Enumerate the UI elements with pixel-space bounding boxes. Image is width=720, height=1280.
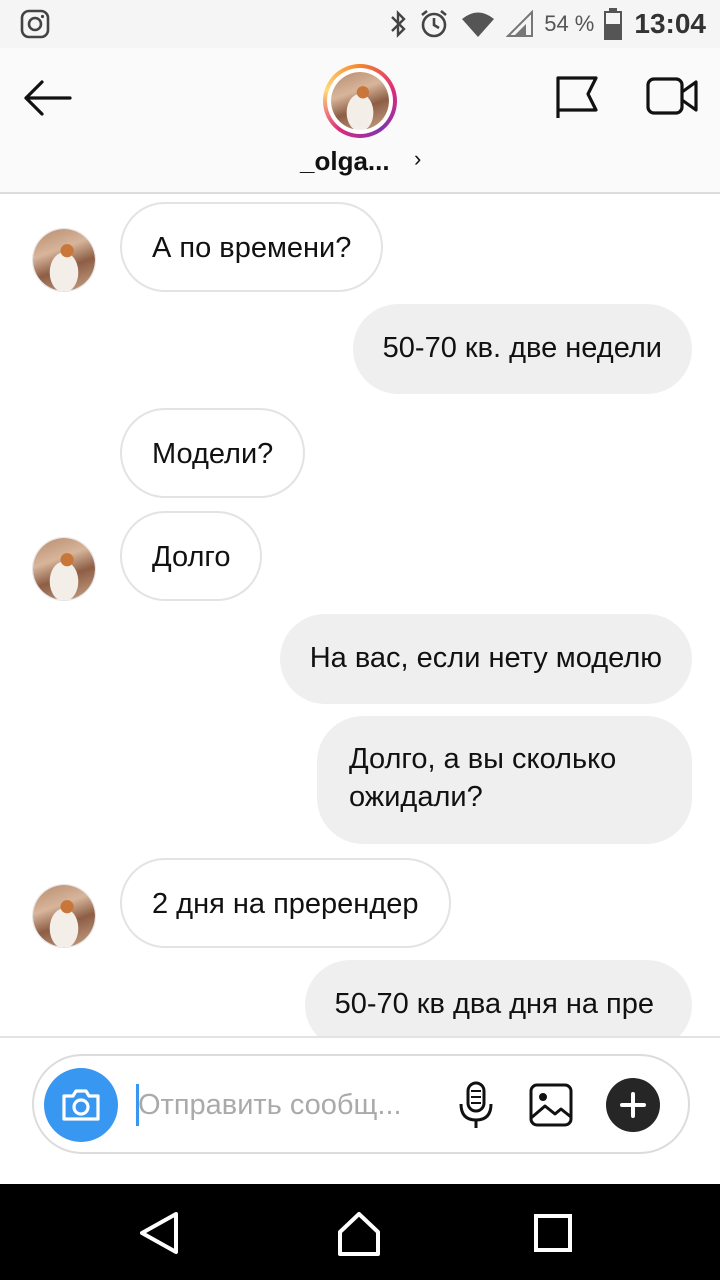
message-bubble-incoming[interactable]: Долго bbox=[120, 511, 263, 601]
alarm-icon bbox=[421, 9, 448, 38]
battery-icon bbox=[604, 8, 623, 40]
sender-avatar[interactable] bbox=[32, 884, 96, 948]
gallery-icon[interactable] bbox=[528, 1082, 574, 1128]
status-bar: 54 % 13:04 bbox=[0, 0, 720, 48]
plus-button[interactable] bbox=[606, 1078, 660, 1132]
message-bubble-outgoing[interactable]: Долго, а вы сколько ожидали? bbox=[317, 716, 692, 844]
chat-username[interactable]: _olga... bbox=[300, 146, 390, 177]
nav-home-icon[interactable] bbox=[332, 1206, 386, 1260]
nav-back-icon[interactable] bbox=[132, 1206, 186, 1260]
plus-icon bbox=[620, 1092, 646, 1118]
nav-recents-icon[interactable] bbox=[526, 1206, 580, 1260]
camera-icon bbox=[62, 1089, 100, 1121]
message-bubble-outgoing[interactable]: 50-70 кв. две недели bbox=[352, 304, 692, 394]
signal-icon bbox=[506, 10, 534, 37]
battery-percent: 54 % bbox=[544, 11, 595, 36]
chat-header: _olga... › bbox=[0, 48, 720, 194]
back-arrow-icon[interactable] bbox=[20, 76, 74, 120]
video-call-icon[interactable] bbox=[646, 76, 698, 116]
microphone-icon[interactable] bbox=[456, 1080, 496, 1130]
clock: 13:04 bbox=[634, 8, 706, 39]
system-nav-bar bbox=[0, 1184, 720, 1280]
sender-avatar[interactable] bbox=[32, 228, 96, 292]
message-composer bbox=[32, 1054, 690, 1154]
message-bubble-incoming[interactable]: 2 дня на пререндер bbox=[120, 858, 451, 948]
profile-avatar[interactable] bbox=[323, 64, 397, 138]
bluetooth-icon bbox=[391, 10, 406, 38]
sender-avatar[interactable] bbox=[32, 537, 96, 601]
message-input[interactable] bbox=[138, 1082, 428, 1128]
wifi-icon bbox=[462, 12, 495, 37]
chevron-right-icon[interactable]: › bbox=[414, 146, 421, 172]
message-bubble-incoming[interactable]: Модели? bbox=[120, 408, 306, 498]
message-bubble-incoming[interactable]: А по времени? bbox=[120, 202, 384, 292]
message-bubble-outgoing[interactable]: На вас, если нету моделю bbox=[279, 614, 692, 704]
instagram-icon bbox=[20, 9, 50, 39]
camera-button[interactable] bbox=[44, 1068, 118, 1142]
flag-icon[interactable] bbox=[552, 74, 600, 120]
